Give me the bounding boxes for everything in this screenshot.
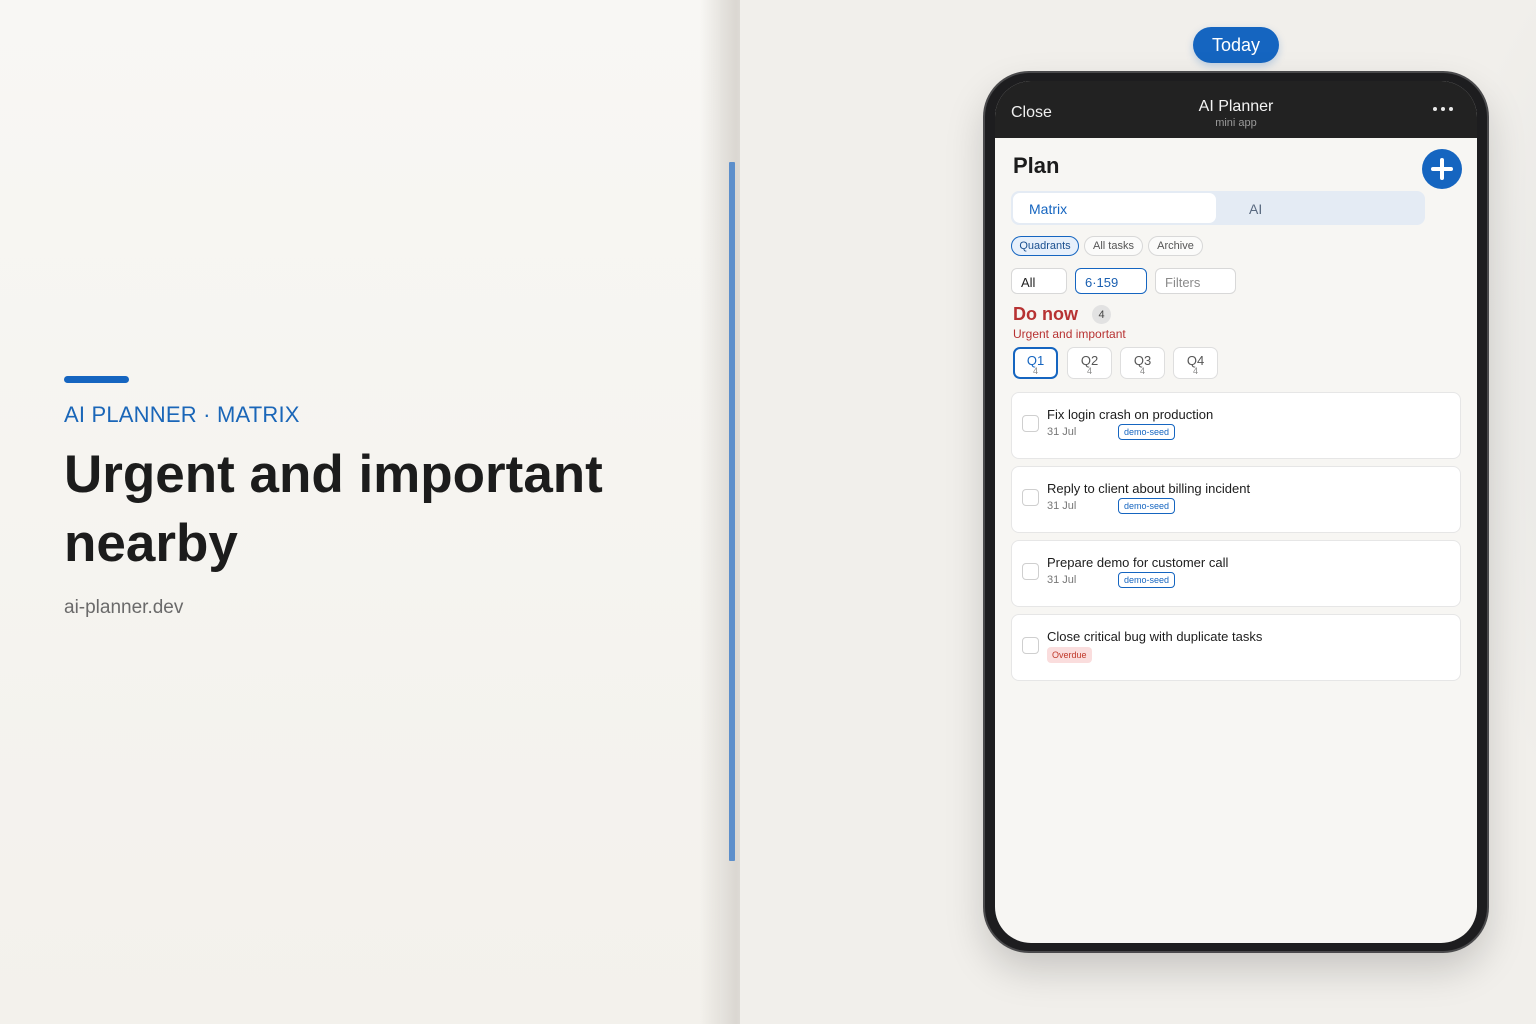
chip-archive[interactable]: Archive — [1148, 236, 1203, 256]
today-button[interactable]: Today — [1193, 27, 1279, 63]
segment-matrix[interactable]: Matrix — [1013, 193, 1216, 223]
page-title: Plan — [1013, 153, 1060, 178]
hero-url: ai-planner.dev — [64, 597, 184, 618]
task-checkbox[interactable] — [1022, 563, 1039, 580]
more-icon[interactable] — [1433, 102, 1457, 116]
overdue-badge: Overdue — [1047, 647, 1092, 663]
view-segmented-control: Matrix AI — [1011, 191, 1425, 225]
task-tag: demo-seed — [1118, 424, 1176, 440]
app-subtitle: mini app — [1215, 117, 1257, 129]
filters-field[interactable]: Filters — [1155, 268, 1236, 294]
task-card[interactable]: Close critical bug with duplicate tasks … — [1011, 614, 1461, 681]
task-card[interactable]: Reply to client about billing incident 3… — [1011, 466, 1461, 533]
phone-screen: Close AI Planner mini app Plan Matrix AI… — [995, 81, 1477, 943]
task-tag: demo-seed — [1118, 572, 1176, 588]
scope-select[interactable]: All — [1011, 268, 1067, 294]
section-title: Do now — [1013, 304, 1078, 324]
task-date: 31 Jul — [1047, 574, 1077, 586]
task-title: Prepare demo for customer call — [1047, 555, 1229, 570]
task-checkbox[interactable] — [1022, 637, 1039, 654]
section-subtitle: Urgent and important — [1013, 327, 1126, 341]
phone-frame: Close AI Planner mini app Plan Matrix AI… — [985, 73, 1487, 951]
quadrant-q4-button[interactable]: Q4 4 — [1173, 347, 1218, 379]
task-title: Close critical bug with duplicate tasks — [1047, 629, 1263, 644]
quadrant-count: 4 — [1032, 366, 1038, 376]
task-title: Reply to client about billing incident — [1047, 481, 1251, 496]
task-title: Fix login crash on production — [1047, 407, 1214, 422]
task-card[interactable]: Prepare demo for customer call 31 Jul de… — [1011, 540, 1461, 607]
segment-ai[interactable]: AI — [1249, 201, 1262, 217]
task-date: 31 Jul — [1047, 426, 1077, 438]
chip-all-tasks[interactable]: All tasks — [1084, 236, 1143, 256]
mini-app-topbar: Close AI Planner mini app — [995, 81, 1477, 138]
hero-eyebrow: AI PLANNER · MATRIX — [64, 402, 300, 427]
task-card[interactable]: Fix login crash on production 31 Jul dem… — [1011, 392, 1461, 459]
quadrant-count: 4 — [1086, 366, 1092, 376]
task-tag: demo-seed — [1118, 498, 1176, 514]
quadrant-q2-button[interactable]: Q2 4 — [1067, 347, 1112, 379]
vertical-accent-line — [729, 162, 735, 861]
quadrant-q1-button[interactable]: Q1 4 — [1013, 347, 1058, 379]
add-task-button[interactable] — [1422, 149, 1462, 189]
section-count-badge: 4 — [1092, 305, 1111, 324]
task-date: 31 Jul — [1047, 500, 1077, 512]
chip-quadrants[interactable]: Quadrants — [1011, 236, 1079, 256]
quadrant-count: 4 — [1192, 366, 1198, 376]
hero-headline: Urgent and important nearby — [64, 445, 603, 573]
app-title: AI Planner — [1198, 98, 1274, 115]
quadrant-q3-button[interactable]: Q3 4 — [1120, 347, 1165, 379]
range-field[interactable]: 6·159 — [1075, 268, 1147, 294]
task-checkbox[interactable] — [1022, 489, 1039, 506]
accent-bar — [64, 376, 129, 383]
task-checkbox[interactable] — [1022, 415, 1039, 432]
quadrant-count: 4 — [1139, 366, 1145, 376]
